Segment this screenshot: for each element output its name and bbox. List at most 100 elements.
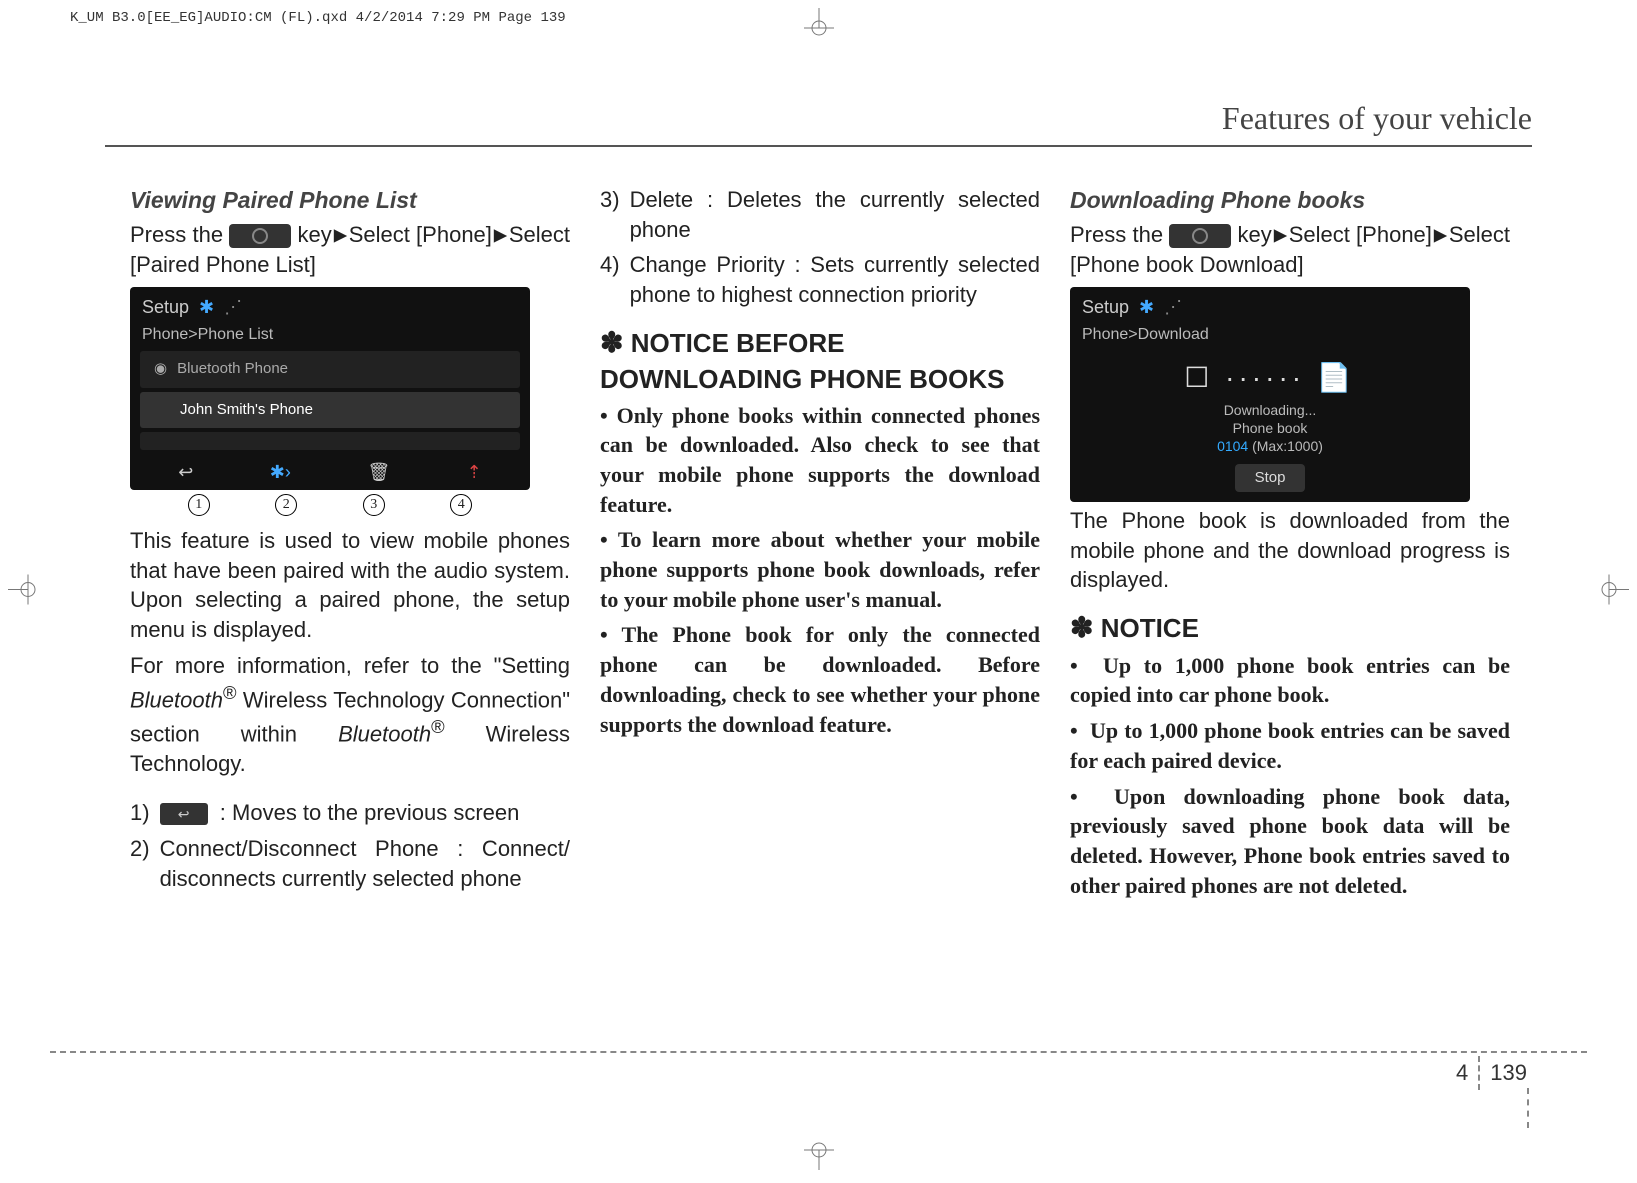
paragraph: This feature is used to view mobile phon… bbox=[130, 526, 570, 645]
text: For more information, refer to the "Sett… bbox=[130, 653, 570, 678]
instruction-text: Press the key▶Select [Phone]▶Select [Pai… bbox=[130, 220, 570, 279]
bullet-text: Up to 1,000 phone book entries can be co… bbox=[1070, 653, 1510, 708]
list-number: 2) bbox=[130, 834, 150, 893]
text: Select [Phone] bbox=[349, 222, 492, 247]
list-item: 3) Delete : Deletes the currently select… bbox=[600, 185, 1040, 244]
bluetooth-icon: ✱ bbox=[199, 295, 214, 319]
list-number: 3) bbox=[600, 185, 620, 244]
text-italic: Bluetooth bbox=[130, 687, 223, 712]
bluetooth-connect-icon: ✱› bbox=[270, 460, 291, 484]
list-text: Change Priority : Sets currently selecte… bbox=[630, 250, 1040, 309]
triangle-right-icon: ▶ bbox=[1434, 223, 1448, 247]
trademark-icon: ® bbox=[223, 682, 237, 703]
list-item-label: Bluetooth Phone bbox=[177, 359, 288, 379]
page-number-value: 139 bbox=[1490, 1060, 1527, 1086]
print-header: K_UM B3.0[EE_EG]AUDIO:CM (FL).qxd 4/2/20… bbox=[70, 10, 566, 26]
list-number: 4) bbox=[600, 250, 620, 309]
column-2: 3) Delete : Deletes the currently select… bbox=[600, 185, 1040, 906]
bullet-item: • Upon downloading phone book data, prev… bbox=[1070, 782, 1510, 901]
column-1: Viewing Paired Phone List Press the key▶… bbox=[130, 185, 570, 906]
trademark-icon: ® bbox=[431, 716, 445, 737]
device-screenshot-phone-list: Setup ✱ ⋰ Phone>Phone List ◉ Bluetooth P… bbox=[130, 287, 530, 490]
callout-numbers: 1 2 3 4 bbox=[130, 494, 530, 516]
bluetooth-icon: ✱ bbox=[1139, 295, 1154, 319]
footer-rule bbox=[50, 1051, 1587, 1053]
notice-heading: ✽ NOTICE BEFORE DOWNLOADING PHONE BOOKS bbox=[600, 324, 1040, 397]
crop-mark-icon bbox=[1599, 569, 1629, 614]
signal-icon: ⋰ bbox=[224, 295, 242, 319]
page-frame: Features of your vehicle Viewing Paired … bbox=[50, 45, 1587, 1138]
bullet-text: Up to 1,000 phone book entries can be sa… bbox=[1070, 718, 1510, 773]
crop-mark-icon bbox=[799, 1140, 839, 1175]
bullet-item: • Up to 1,000 phone book entries can be … bbox=[1070, 651, 1510, 710]
list-item bbox=[140, 432, 520, 450]
settings-key-icon bbox=[229, 224, 291, 248]
text: Select [Phone] bbox=[1289, 222, 1432, 247]
paragraph: The Phone book is downloaded from the mo… bbox=[1070, 506, 1510, 595]
notice-heading-text: NOTICE BEFORE DOWNLOADING PHONE BOOKS bbox=[600, 328, 1004, 394]
device-screenshot-download: Setup ✱ ⋰ Phone>Download ☐ ······ 📄 Down… bbox=[1070, 287, 1470, 502]
download-max: (Max:1000) bbox=[1248, 438, 1323, 454]
list-item: John Smith's Phone bbox=[140, 392, 520, 428]
download-count: 0104 bbox=[1217, 438, 1248, 454]
back-button-icon: ↩ bbox=[160, 803, 208, 825]
radio-icon: ◉ bbox=[154, 359, 167, 379]
bullet-item: • To learn more about whether your mobil… bbox=[600, 525, 1040, 614]
title-rule bbox=[105, 145, 1532, 147]
signal-icon: ⋰ bbox=[1164, 295, 1182, 319]
notice-heading-text: NOTICE bbox=[1101, 613, 1199, 643]
notice-heading: ✽ NOTICE bbox=[1070, 609, 1510, 647]
paragraph: For more information, refer to the "Sett… bbox=[130, 651, 570, 778]
separator-icon bbox=[1478, 1056, 1480, 1090]
screenshot-title: Setup bbox=[142, 295, 189, 319]
corner-mark bbox=[1527, 1088, 1529, 1128]
screenshot-title: Setup bbox=[1082, 295, 1129, 319]
download-status: Downloading... Phone book 0104 (Max:1000… bbox=[1070, 401, 1470, 456]
bullet-item: • The Phone book for only the connected … bbox=[600, 620, 1040, 739]
bullet-text: The Phone book for only the connected ph… bbox=[600, 622, 1040, 736]
text: Press the bbox=[130, 222, 229, 247]
stop-button: Stop bbox=[1235, 464, 1306, 492]
list-item: ◉ Bluetooth Phone bbox=[140, 351, 520, 387]
breadcrumb: Phone>Phone List bbox=[130, 322, 530, 348]
bullet-text: To learn more about whether your mobile … bbox=[600, 527, 1040, 611]
transfer-icon: ☐ ······ 📄 bbox=[1070, 359, 1470, 397]
text-italic: Bluetooth bbox=[338, 721, 431, 746]
list-item: 1) ↩ : Moves to the previous screen bbox=[130, 798, 570, 828]
triangle-right-icon: ▶ bbox=[1273, 223, 1287, 247]
list-item: 2) Connect/Disconnect Phone : Connect/ d… bbox=[130, 834, 570, 893]
text: key bbox=[298, 222, 332, 247]
callout-3-icon: 3 bbox=[363, 494, 385, 516]
bullet-text: Upon downloading phone book data, previo… bbox=[1070, 784, 1510, 898]
list-text: : Moves to the previous screen bbox=[220, 800, 520, 825]
callout-2-icon: 2 bbox=[275, 494, 297, 516]
trash-icon: 🗑 bbox=[367, 460, 390, 484]
back-icon: ↩ bbox=[178, 460, 193, 484]
asterisk-icon: ✽ bbox=[600, 327, 623, 358]
bullet-text: Only phone books within connected phones… bbox=[600, 403, 1040, 517]
list-text: Delete : Deletes the currently selected … bbox=[630, 185, 1040, 244]
section-heading: Downloading Phone books bbox=[1070, 185, 1510, 216]
triangle-right-icon: ▶ bbox=[333, 223, 347, 247]
asterisk-icon: ✽ bbox=[1070, 612, 1093, 643]
column-3: Downloading Phone books Press the key▶Se… bbox=[1070, 185, 1510, 906]
page-number: 4 139 bbox=[1456, 1056, 1527, 1090]
section-heading: Viewing Paired Phone List bbox=[130, 185, 570, 216]
list-item: 4) Change Priority : Sets currently sele… bbox=[600, 250, 1040, 309]
priority-icon: ⇡ bbox=[467, 460, 482, 484]
page-title: Features of your vehicle bbox=[1222, 100, 1532, 137]
text: Downloading... bbox=[1224, 402, 1317, 418]
section-number: 4 bbox=[1456, 1060, 1468, 1086]
settings-key-icon bbox=[1169, 224, 1231, 248]
bullet-item: • Up to 1,000 phone book entries can be … bbox=[1070, 716, 1510, 775]
instruction-text: Press the key▶Select [Phone]▶Select [Pho… bbox=[1070, 220, 1510, 279]
notice-body: • Up to 1,000 phone book entries can be … bbox=[1070, 651, 1510, 901]
bullet-item: • Only phone books within connected phon… bbox=[600, 401, 1040, 520]
crop-mark-icon bbox=[799, 8, 839, 43]
list-number: 1) bbox=[130, 798, 150, 828]
breadcrumb: Phone>Download bbox=[1070, 322, 1470, 348]
callout-4-icon: 4 bbox=[450, 494, 472, 516]
text: Phone book bbox=[1233, 420, 1308, 436]
text: key bbox=[1238, 222, 1272, 247]
callout-1-icon: 1 bbox=[188, 494, 210, 516]
